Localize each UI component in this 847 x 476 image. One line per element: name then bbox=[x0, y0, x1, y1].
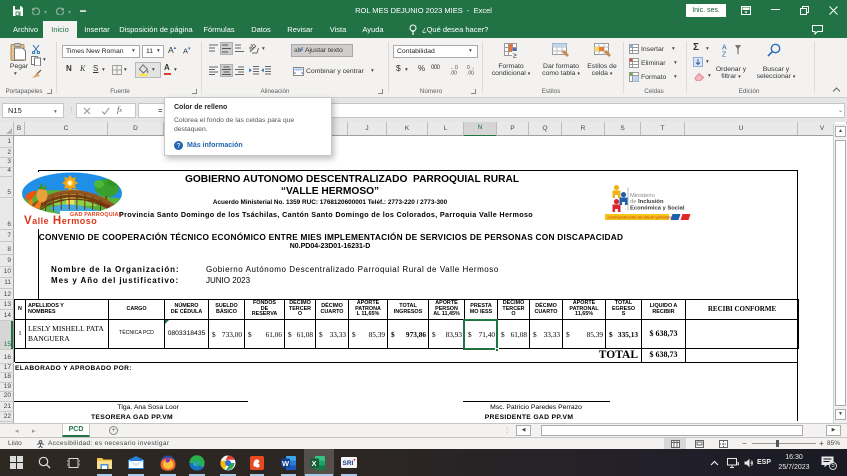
svg-text:Construyendo juntos una vida d: Construyendo juntos una vida de oportuni… bbox=[608, 216, 676, 220]
svg-text:W: W bbox=[282, 459, 290, 468]
svg-text:.00: .00 bbox=[467, 71, 474, 76]
svg-text:SRI: SRI bbox=[343, 460, 354, 467]
svg-text:X: X bbox=[312, 459, 317, 468]
svg-text:.00: .00 bbox=[450, 71, 457, 76]
svg-text:ab: ab bbox=[249, 43, 258, 53]
svg-text:≥: ≥ bbox=[513, 53, 517, 60]
svg-text:de Inclusión: de Inclusión bbox=[630, 199, 664, 205]
svg-text:?: ? bbox=[177, 143, 181, 150]
svg-text:Económica y Social: Económica y Social bbox=[630, 206, 685, 212]
svg-text:Z: Z bbox=[722, 52, 727, 58]
svg-text:A: A bbox=[722, 45, 727, 52]
